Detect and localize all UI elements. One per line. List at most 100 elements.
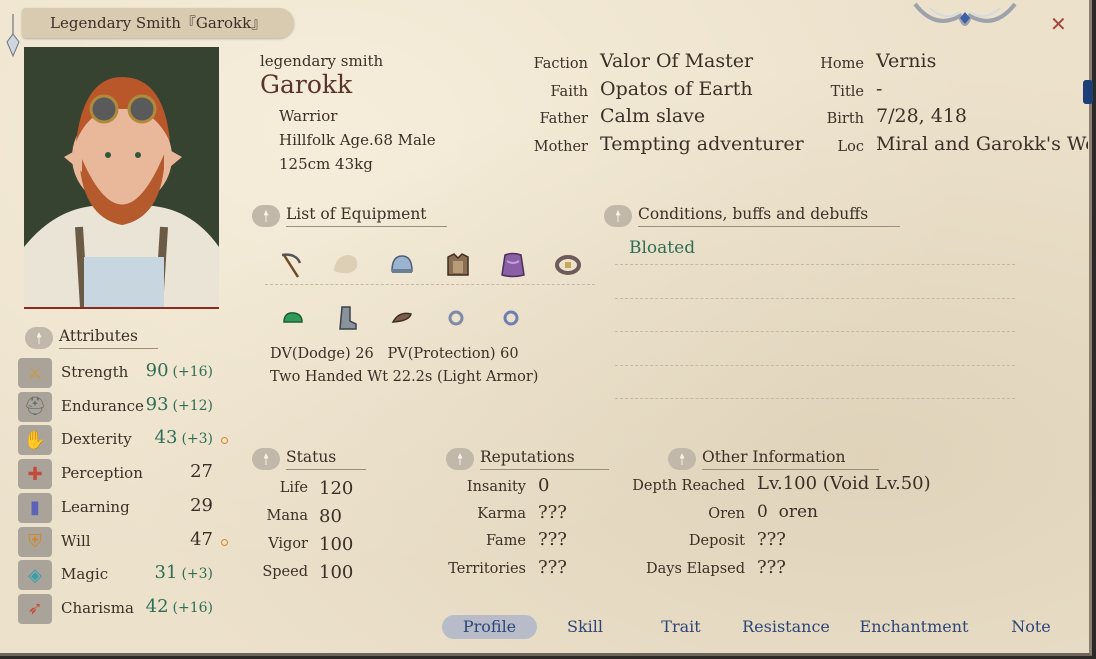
helmet-icon: ⛑	[18, 391, 52, 422]
attribute-row[interactable]: ⚔ Strength 90 (+16)	[18, 358, 233, 388]
section-bullet-icon	[252, 205, 280, 227]
attribute-bonus: (+12)	[172, 397, 213, 414]
section-bullet-icon	[604, 205, 632, 227]
attribute-value: 29	[190, 494, 213, 516]
hand-icon: ✋	[18, 425, 52, 456]
cloak-icon[interactable]	[498, 250, 528, 280]
title-label: Title	[830, 84, 864, 100]
ornament-icon	[913, 2, 1017, 26]
attribute-label: Dexterity	[61, 430, 132, 449]
attribute-row[interactable]: ▮ Learning 29	[18, 492, 233, 523]
character-sheet-window: Legendary Smith『Garokk』 ✕ legendary smit…	[0, 0, 1093, 656]
condition-divider	[615, 398, 1015, 399]
section-bullet-icon	[446, 448, 474, 470]
condition-divider	[615, 298, 1015, 299]
mother-value: Tempting adventurer	[600, 133, 804, 155]
attribute-bonus: (+16)	[172, 364, 213, 380]
vigor-value: 100	[319, 534, 354, 555]
speed-label: Speed	[262, 564, 308, 580]
section-bullet-icon	[668, 448, 696, 470]
loc-label: Loc	[837, 139, 864, 155]
magic-icon: ◈	[18, 560, 52, 591]
attribute-number: 31 (+3)	[155, 562, 213, 583]
tab-resistance[interactable]: Resistance	[740, 615, 832, 639]
attribute-value: 90	[145, 360, 169, 381]
attribute-number: 93 (+12)	[146, 394, 213, 415]
condition-divider	[615, 264, 1015, 265]
attribute-value: 93	[145, 393, 169, 415]
belt-icon[interactable]	[553, 250, 583, 280]
attribute-row[interactable]: ◈ Magic 31 (+3)	[18, 560, 233, 591]
vigor-label: Vigor	[268, 536, 308, 552]
close-button[interactable]: ✕	[1050, 12, 1067, 36]
deposit-value: ???	[757, 529, 786, 550]
days-label: Days Elapsed	[646, 561, 745, 577]
fame-label: Fame	[485, 533, 526, 549]
crosshair-icon: ✚	[18, 459, 52, 490]
character-race: Hillfolk Age.68 Male	[279, 131, 436, 149]
dv-pv-text: DV(Dodge) 26 PV(Protection) 60	[270, 346, 519, 362]
empty-slot-icon[interactable]	[331, 250, 361, 280]
ring-icon[interactable]	[496, 303, 526, 333]
helmet-icon[interactable]	[387, 250, 417, 280]
character-epithet: legendary smith	[260, 52, 384, 70]
edge-tab-icon[interactable]	[1083, 80, 1093, 104]
territories-value: ???	[538, 557, 567, 578]
sword-icon: ⚔	[18, 358, 52, 388]
gloves-icon[interactable]	[278, 303, 308, 333]
karma-value: ???	[538, 502, 567, 523]
girdle-icon[interactable]	[387, 303, 417, 333]
character-size: 125cm 43kg	[279, 155, 373, 173]
status-heading: Status	[252, 446, 367, 472]
karma-label: Karma	[477, 506, 526, 522]
attribute-row[interactable]: ✋ Dexterity 43 (+3)	[18, 425, 233, 456]
speed-value: 100	[319, 562, 354, 583]
deposit-label: Deposit	[688, 533, 745, 549]
potential-dot-icon	[221, 437, 228, 445]
attributes-heading: Attributes	[25, 325, 159, 351]
attribute-bonus: (+3)	[181, 431, 213, 448]
ring-icon[interactable]	[441, 303, 471, 333]
faction-label: Faction	[533, 56, 588, 72]
tab-skill[interactable]: Skill	[550, 615, 620, 639]
faith-value: Opatos of Earth	[600, 78, 753, 100]
tab-profile[interactable]: Profile	[442, 615, 537, 639]
attribute-label: Will	[61, 531, 91, 550]
armor-icon[interactable]	[443, 250, 473, 280]
attribute-row[interactable]: ✚ Perception 27	[18, 459, 233, 490]
faith-label: Faith	[550, 84, 588, 100]
tab-enchantment[interactable]: Enchantment	[858, 615, 970, 639]
title-value: -	[876, 78, 883, 100]
attribute-row[interactable]: ⛨ Will 47	[18, 526, 233, 557]
conditions-heading: Conditions, buffs and debuffs	[604, 203, 901, 229]
insanity-value: 0	[538, 475, 550, 496]
attribute-bonus: (+3)	[181, 566, 213, 583]
condition-item: Bloated	[629, 238, 696, 258]
shield-icon: ⛨	[18, 526, 52, 557]
tab-note[interactable]: Note	[1000, 615, 1062, 639]
attribute-row[interactable]: ⛑ Endurance 93 (+12)	[18, 391, 233, 422]
mana-value: 80	[319, 506, 342, 527]
oren-label: Oren	[708, 506, 745, 522]
boots-icon[interactable]	[331, 303, 361, 333]
attribute-value: 31	[154, 562, 178, 584]
loc-value: Miral and Garokk's Wo	[876, 133, 1088, 155]
insanity-label: Insanity	[466, 479, 526, 495]
crystal-icon	[6, 14, 20, 58]
potential-dot-icon	[221, 538, 228, 546]
attribute-value: 27	[190, 461, 213, 483]
tab-trait[interactable]: Trait	[646, 615, 716, 639]
mother-label: Mother	[533, 139, 588, 155]
attribute-label: Endurance	[61, 396, 144, 415]
scythe-icon[interactable]	[275, 250, 305, 280]
oren-value: 0 oren	[757, 502, 818, 522]
attribute-label: Charisma	[61, 598, 134, 617]
birth-value: 7/28, 418	[876, 105, 968, 127]
home-label: Home	[820, 56, 864, 72]
equipment-divider	[265, 284, 595, 285]
book-icon: ▮	[18, 492, 52, 523]
attribute-label: Learning	[61, 497, 130, 516]
mana-label: Mana	[266, 508, 308, 524]
attribute-row[interactable]: ➶ Charisma 42 (+16)	[18, 593, 233, 624]
fame-value: ???	[538, 529, 567, 550]
